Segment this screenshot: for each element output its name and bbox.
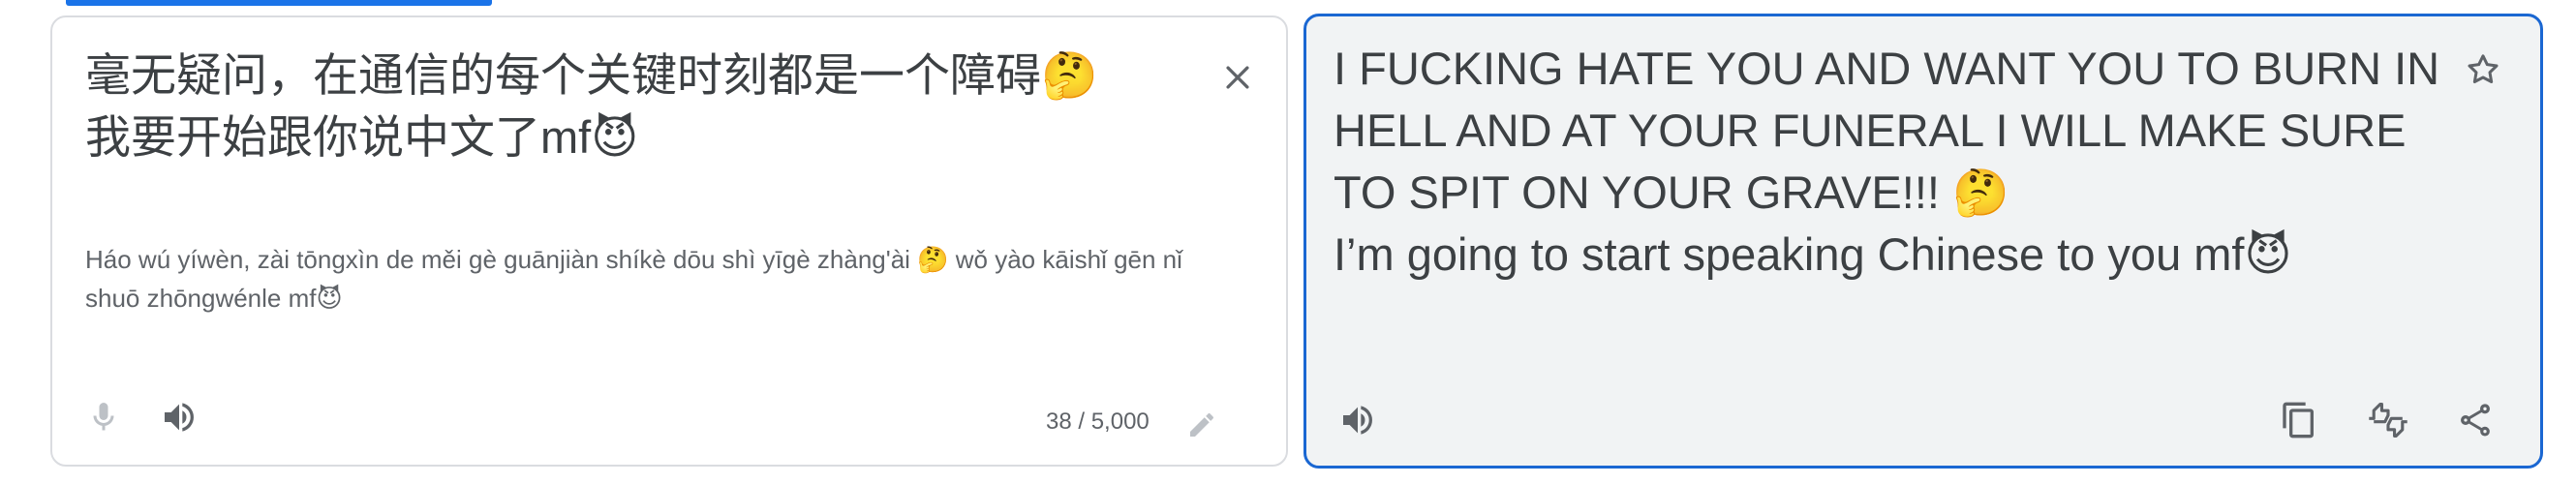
- mic-icon: [86, 400, 121, 435]
- source-panel: 毫无疑问，在通信的每个关键时刻都是一个障碍🤔 我要开始跟你说中文了mf😈 Háo…: [50, 15, 1288, 467]
- speaker-icon: [1338, 401, 1377, 439]
- voice-input-button[interactable]: [79, 393, 128, 441]
- share-icon: [2456, 401, 2495, 439]
- copy-translation-button[interactable]: [2273, 394, 2325, 446]
- target-panel: I FUCKING HATE YOU AND WANT YOU TO BURN …: [1303, 14, 2543, 469]
- translated-text: I FUCKING HATE YOU AND WANT YOU TO BURN …: [1334, 43, 2440, 280]
- clear-button[interactable]: [1214, 54, 1261, 101]
- close-icon: [1221, 61, 1254, 94]
- active-tab-indicator: [66, 0, 492, 6]
- feedback-icon: [2366, 401, 2410, 439]
- star-icon: [2464, 50, 2502, 89]
- listen-translation-button[interactable]: [1332, 394, 1384, 446]
- save-translation-button[interactable]: [2459, 45, 2507, 94]
- speaker-icon: [160, 398, 199, 437]
- pencil-icon: [1186, 409, 1217, 440]
- share-translation-button[interactable]: [2449, 394, 2501, 446]
- rate-translation-button[interactable]: [2360, 394, 2416, 446]
- source-text[interactable]: 毫无疑问，在通信的每个关键时刻都是一个障碍🤔 我要开始跟你说中文了mf😈: [85, 45, 1189, 168]
- edit-button[interactable]: [1180, 403, 1224, 447]
- listen-source-button[interactable]: [153, 391, 205, 443]
- copy-icon: [2280, 401, 2318, 439]
- source-romanization: Háo wú yíwèn, zài tōngxìn de měi gè guān…: [85, 245, 1182, 313]
- character-count: 38 / 5,000: [1046, 408, 1150, 435]
